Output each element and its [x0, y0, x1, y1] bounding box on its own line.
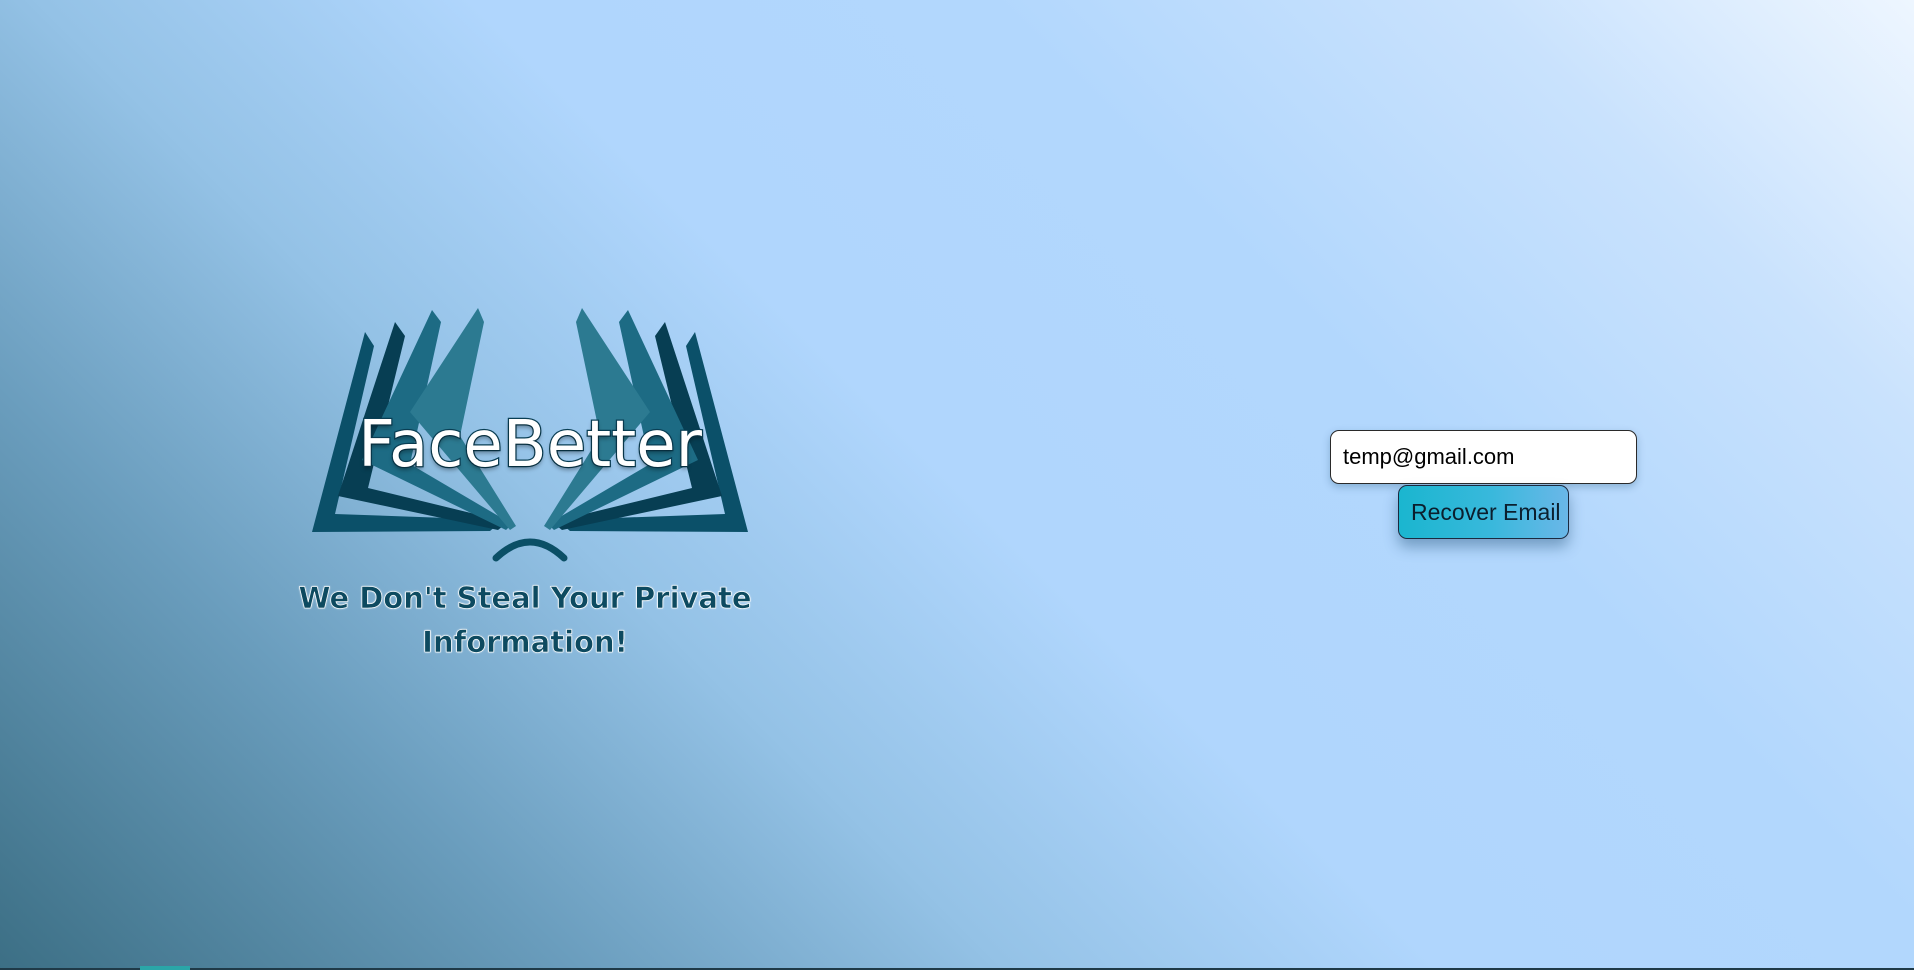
recover-email-form: Recover Email — [1330, 430, 1637, 539]
brand-title: FaceBetter — [357, 408, 703, 482]
brand-logo: FaceBetter — [300, 300, 760, 580]
recover-email-button[interactable]: Recover Email — [1398, 485, 1569, 539]
email-input[interactable] — [1330, 430, 1637, 484]
brand-tagline: We Don't Steal Your Private Information! — [298, 581, 752, 660]
bottom-tab-indicator — [140, 966, 190, 970]
